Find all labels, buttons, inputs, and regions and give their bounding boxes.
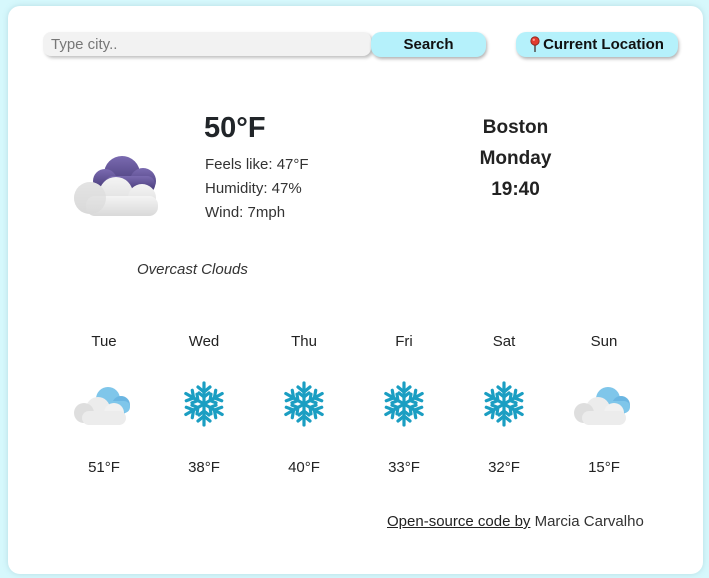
forecast-temperature: 33°F <box>388 459 420 476</box>
forecast-temperature: 32°F <box>488 459 520 476</box>
cloudy-icon <box>74 387 130 425</box>
snowflake-icon <box>281 381 327 427</box>
local-time: 19:40 <box>491 179 540 200</box>
forecast-temperature: 40°F <box>288 459 320 476</box>
current-location-button[interactable]: Current Location <box>516 32 678 57</box>
day-name: Monday <box>479 148 552 169</box>
forecast-day-name: Tue <box>91 333 117 350</box>
forecast-day: Wed 38°F <box>154 333 254 476</box>
forecast-temperature: 51°F <box>88 459 120 476</box>
forecast: Tue 51°F Wed 38°F Thu 40°F Fri 33°F Sat … <box>54 333 654 493</box>
forecast-temperature: 38°F <box>188 459 220 476</box>
cloudy-icon <box>574 387 630 425</box>
source-code-link[interactable]: Open-source code by <box>387 513 530 530</box>
current-temperature: 50°F <box>204 112 266 144</box>
forecast-day: Thu 40°F <box>254 333 354 476</box>
location-block: Boston Monday 19:40 <box>428 112 603 205</box>
snowflake-icon <box>381 381 427 427</box>
forecast-day-name: Wed <box>188 333 220 350</box>
snowflake-icon <box>181 381 227 427</box>
weather-description: Overcast Clouds <box>137 261 248 278</box>
humidity: Humidity: 47% <box>205 180 302 197</box>
forecast-day-name: Sat <box>492 333 516 350</box>
search-button[interactable]: Search <box>371 32 486 57</box>
forecast-day: Sun 15°F <box>554 333 654 476</box>
city-name: Boston <box>482 117 549 138</box>
forecast-temperature: 15°F <box>588 459 620 476</box>
by-text: by <box>510 513 531 530</box>
source-code-link-text: Open-source code <box>387 513 511 530</box>
feels-like: Feels like: 47°F <box>205 156 309 173</box>
search-input[interactable] <box>43 32 371 56</box>
author-name: Marcia Carvalho <box>530 513 644 530</box>
pin-icon <box>530 36 540 52</box>
footer-credit: Open-source code by Marcia Carvalho <box>387 513 644 530</box>
forecast-day-name: Thu <box>291 333 317 350</box>
forecast-day: Tue 51°F <box>54 333 154 476</box>
snowflake-icon <box>481 381 527 427</box>
forecast-day: Fri 33°F <box>354 333 454 476</box>
wind-speed: Wind: 7mph <box>205 204 286 221</box>
overcast-clouds-icon <box>74 156 158 216</box>
weather-card: Search Current Location 50 <box>8 6 703 574</box>
forecast-day: Sat 32°F <box>454 333 554 476</box>
forecast-day-name: Sun <box>590 333 618 350</box>
forecast-day-name: Fri <box>395 333 413 350</box>
current-location-label: Current Location <box>543 36 664 53</box>
